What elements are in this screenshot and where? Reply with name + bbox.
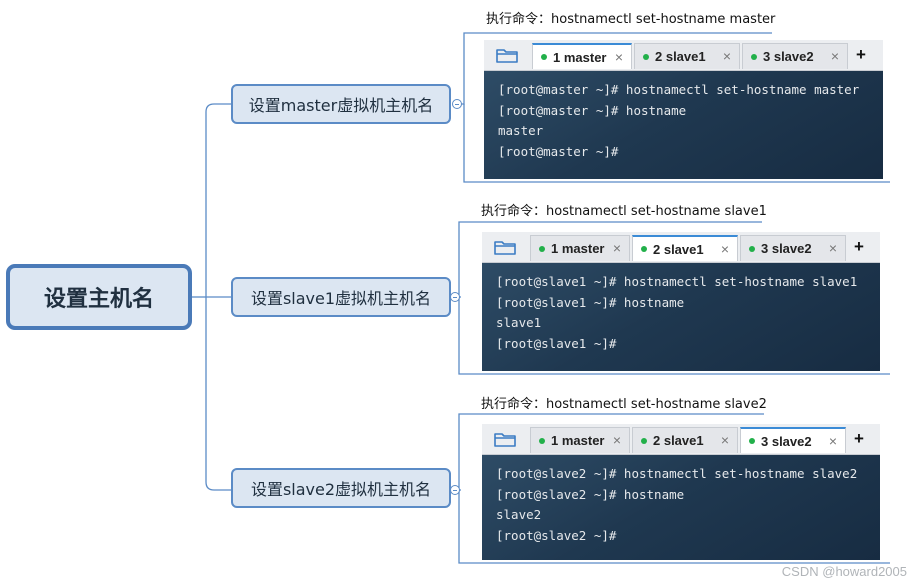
terminal-line: [root@slave1 ~]# hostnamectl set-hostnam… xyxy=(496,274,858,289)
close-icon[interactable]: × xyxy=(831,48,839,64)
terminal-line: [root@master ~]# hostname xyxy=(498,102,687,118)
plus-icon[interactable]: + xyxy=(854,237,864,257)
terminal-output[interactable]: [root@slave2 ~]# hostnamectl set-hostnam… xyxy=(482,455,880,560)
terminal-line: [root@slave2 ~]# hostnamectl set-hostnam… xyxy=(496,466,858,481)
terminal-line: [root@slave1 ~]# xyxy=(496,335,617,351)
root-node-label: 设置主机名 xyxy=(43,287,154,312)
tab-label: 3 slave2 xyxy=(761,241,812,256)
tab-label: 2 slave1 xyxy=(653,433,704,448)
status-dot-icon xyxy=(749,438,755,444)
terminal-line: [root@slave2 ~]# hostname xyxy=(496,486,685,502)
close-icon[interactable]: × xyxy=(721,241,729,257)
terminal-output[interactable]: [root@slave1 ~]# hostnamectl set-hostnam… xyxy=(482,263,880,371)
folder-icon[interactable] xyxy=(496,47,518,63)
tab-2[interactable]: 2 slave1 × xyxy=(632,235,738,261)
close-icon[interactable]: × xyxy=(721,432,729,448)
branch-node-slave2[interactable]: 设置slave2虚拟机主机名 xyxy=(231,468,451,508)
collapse-toggle-icon[interactable] xyxy=(452,99,462,109)
terminal-line: [root@slave2 ~]# xyxy=(496,527,617,543)
status-dot-icon xyxy=(641,246,647,252)
terminal-line: [root@master ~]# xyxy=(498,143,619,159)
tab-label: 1 master xyxy=(551,433,605,448)
status-dot-icon xyxy=(643,53,649,60)
terminal-line: master xyxy=(498,123,544,138)
tab-bar: 1 master × 2 slave1 × 3 slave2 × + xyxy=(482,424,880,455)
status-dot-icon xyxy=(539,437,545,444)
folder-icon[interactable] xyxy=(494,239,516,255)
status-dot-icon xyxy=(541,54,547,60)
collapse-toggle-icon[interactable] xyxy=(450,292,460,302)
folder-icon[interactable] xyxy=(494,431,516,447)
status-dot-icon xyxy=(749,245,755,252)
plus-icon[interactable]: + xyxy=(856,45,866,65)
terminal-line: [root@master ~]# hostnamectl set-hostnam… xyxy=(498,82,860,97)
tab-1[interactable]: 1 master × xyxy=(530,427,630,453)
tab-2[interactable]: 2 slave1 × xyxy=(634,43,740,69)
plus-icon[interactable]: + xyxy=(854,429,864,449)
tab-2[interactable]: 2 slave1 × xyxy=(632,427,738,453)
terminal-line: slave1 xyxy=(496,315,542,330)
close-icon[interactable]: × xyxy=(615,49,623,65)
terminal-line: slave2 xyxy=(496,507,542,522)
branch-label: 设置master虚拟机主机名 xyxy=(248,96,434,115)
watermark: CSDN @howard2005 xyxy=(781,564,907,579)
tab-label: 3 slave2 xyxy=(763,49,814,64)
tab-1[interactable]: 1 master × xyxy=(532,43,632,69)
tab-3[interactable]: 3 slave2 × xyxy=(740,427,846,453)
tab-bar: 1 master × 2 slave1 × 3 slave2 × + xyxy=(484,40,883,71)
close-icon[interactable]: × xyxy=(613,432,621,448)
terminal-output[interactable]: [root@master ~]# hostnamectl set-hostnam… xyxy=(484,71,883,179)
terminal-panel-slave2: 1 master × 2 slave1 × 3 slave2 × + [root@slave2… xyxy=(482,424,880,560)
tab-label: 1 master xyxy=(551,241,605,256)
command-label: 执行命令：hostnamectl set-hostname slave1 xyxy=(481,204,767,219)
terminal-panel-slave1: 1 master × 2 slave1 × 3 slave2 × + [root@slave1… xyxy=(482,232,880,371)
branch-label: 设置slave1虚拟机主机名 xyxy=(250,289,432,308)
close-icon[interactable]: × xyxy=(613,240,621,256)
tab-label: 3 slave2 xyxy=(761,433,812,449)
status-dot-icon xyxy=(751,53,757,60)
branch-node-slave1[interactable]: 设置slave1虚拟机主机名 xyxy=(231,277,451,317)
status-dot-icon xyxy=(539,245,545,252)
tab-bar: 1 master × 2 slave1 × 3 slave2 × + xyxy=(482,232,880,263)
close-icon[interactable]: × xyxy=(829,433,837,449)
root-node[interactable]: 设置主机名 xyxy=(6,264,192,330)
terminal-line: [root@slave1 ~]# hostname xyxy=(496,294,685,310)
branch-label: 设置slave2虚拟机主机名 xyxy=(250,480,432,499)
tab-1[interactable]: 1 master × xyxy=(530,235,630,261)
tab-label: 1 master xyxy=(553,49,607,65)
tab-label: 2 slave1 xyxy=(655,49,706,64)
tab-label: 2 slave1 xyxy=(653,241,704,257)
close-icon[interactable]: × xyxy=(829,240,837,256)
terminal-panel-master: 1 master × 2 slave1 × 3 slave2 × + [root@master… xyxy=(484,40,883,179)
status-dot-icon xyxy=(641,437,647,444)
collapse-toggle-icon[interactable] xyxy=(450,485,460,495)
close-icon[interactable]: × xyxy=(723,48,731,64)
command-label: 执行命令：hostnamectl set-hostname master xyxy=(486,12,776,27)
tab-3[interactable]: 3 slave2 × xyxy=(740,235,846,261)
tab-3[interactable]: 3 slave2 × xyxy=(742,43,848,69)
branch-node-master[interactable]: 设置master虚拟机主机名 xyxy=(231,84,451,124)
command-label: 执行命令：hostnamectl set-hostname slave2 xyxy=(481,397,767,412)
